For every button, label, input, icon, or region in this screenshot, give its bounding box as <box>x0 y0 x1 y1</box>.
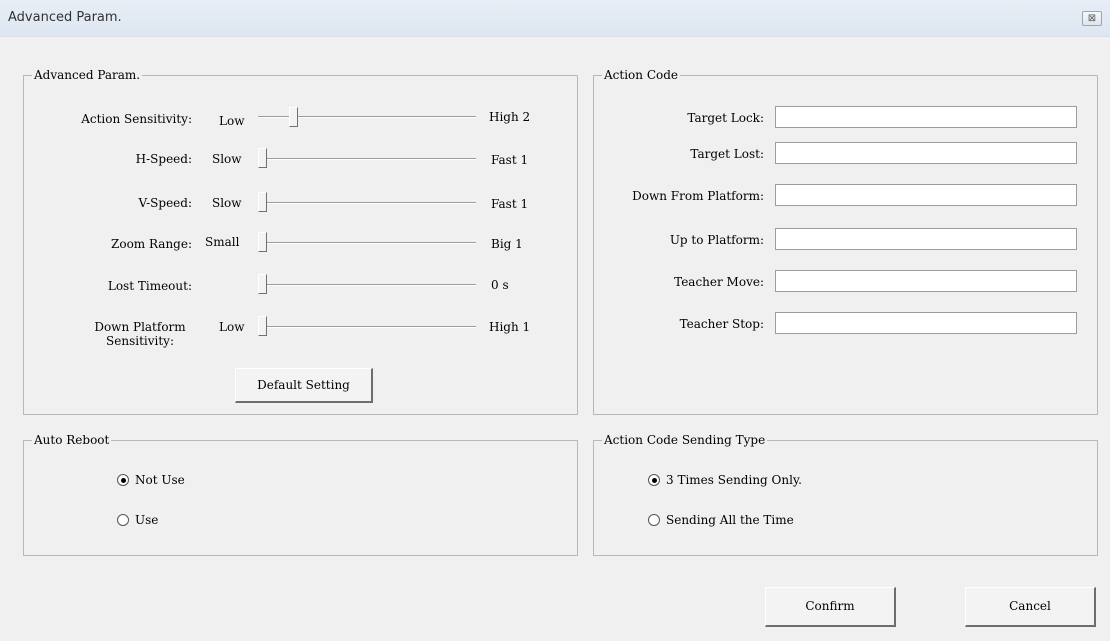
down-platform-slider-track[interactable] <box>258 326 476 328</box>
radio-all-the-time-label: Sending All the Time <box>666 513 794 527</box>
radio-not-use[interactable] <box>117 474 129 486</box>
lost-timeout-label: Lost Timeout: <box>107 279 192 293</box>
sending-type-group: Action Code Sending Type 3 Times Sending… <box>593 433 1098 556</box>
down-platform-sensitivity-label: Down Platform Sensitivity: <box>86 320 194 348</box>
zoom-range-high-label: Big 1 <box>491 237 523 251</box>
action-code-legend: Action Code <box>602 68 681 82</box>
radio-not-use-label: Not Use <box>135 473 185 487</box>
window-title: Advanced Param. <box>8 10 122 25</box>
target-lock-field[interactable] <box>775 106 1077 128</box>
v-speed-high-label: Fast 1 <box>491 197 529 211</box>
auto-reboot-option-use[interactable]: Use <box>117 512 237 528</box>
h-speed-high-label: Fast 1 <box>491 153 529 167</box>
radio-use-label: Use <box>135 513 159 527</box>
up-to-platform-label: Up to Platform: <box>669 233 764 247</box>
down-platform-sensitivity-text: Down Platform Sensitivity: <box>94 320 186 348</box>
v-speed-label: V-Speed: <box>138 196 192 210</box>
down-from-platform-label: Down From Platform: <box>632 189 764 203</box>
h-speed-low-label: Slow <box>212 152 242 166</box>
target-lost-label: Target Lost: <box>690 147 764 161</box>
auto-reboot-group: Auto Reboot Not Use Use <box>23 433 578 556</box>
h-speed-label: H-Speed: <box>135 152 192 166</box>
h-speed-slider-track[interactable] <box>258 158 476 160</box>
action-sensitivity-slider-thumb[interactable] <box>289 107 299 127</box>
zoom-range-slider-track[interactable] <box>258 242 476 244</box>
v-speed-slider-thumb[interactable] <box>258 192 267 212</box>
down-platform-high-label: High 1 <box>489 320 531 334</box>
lost-timeout-slider-thumb[interactable] <box>258 274 267 294</box>
cancel-button[interactable]: Cancel <box>965 587 1096 627</box>
default-setting-button[interactable]: Default Setting <box>235 368 373 403</box>
advanced-param-group: Advanced Param. Action Sensitivity: Low … <box>23 68 578 415</box>
teacher-move-label: Teacher Move: <box>674 275 764 289</box>
auto-reboot-option-not-use[interactable]: Not Use <box>117 472 237 488</box>
v-speed-low-label: Slow <box>212 196 242 210</box>
up-to-platform-field[interactable] <box>775 228 1077 250</box>
title-bar: Advanced Param. ⊠ <box>0 0 1110 37</box>
confirm-button[interactable]: Confirm <box>765 587 896 627</box>
target-lock-label: Target Lock: <box>687 111 764 125</box>
lost-timeout-slider-track[interactable] <box>258 284 476 286</box>
sending-type-legend: Action Code Sending Type <box>602 433 768 447</box>
auto-reboot-legend: Auto Reboot <box>32 433 112 447</box>
zoom-range-low-label: Small <box>205 235 240 249</box>
zoom-range-label: Zoom Range: <box>111 237 192 251</box>
close-icon[interactable]: ⊠ <box>1082 11 1102 26</box>
teacher-stop-field[interactable] <box>775 312 1077 334</box>
teacher-stop-label: Teacher Stop: <box>679 317 764 331</box>
action-sensitivity-label: Action Sensitivity: <box>81 112 192 126</box>
sending-option-3-times[interactable]: 3 Times Sending Only. <box>648 472 868 488</box>
radio-3-times[interactable] <box>648 474 660 486</box>
action-sensitivity-high-label: High 2 <box>489 110 531 124</box>
target-lost-field[interactable] <box>775 142 1077 164</box>
lost-timeout-value-label: 0 s <box>491 278 509 292</box>
advanced-param-legend: Advanced Param. <box>32 68 143 82</box>
radio-all-the-time[interactable] <box>648 514 660 526</box>
down-platform-slider-thumb[interactable] <box>258 316 267 336</box>
zoom-range-slider-thumb[interactable] <box>258 232 267 252</box>
down-platform-low-label: Low <box>219 320 245 334</box>
h-speed-slider-thumb[interactable] <box>258 148 267 168</box>
down-from-platform-field[interactable] <box>775 184 1077 206</box>
action-sensitivity-low-label: Low <box>219 114 245 128</box>
teacher-move-field[interactable] <box>775 270 1077 292</box>
radio-3-times-label: 3 Times Sending Only. <box>666 473 802 487</box>
radio-use[interactable] <box>117 514 129 526</box>
action-code-group: Action Code Target Lock: Target Lost: Do… <box>593 68 1098 415</box>
sending-option-all-the-time[interactable]: Sending All the Time <box>648 512 868 528</box>
v-speed-slider-track[interactable] <box>258 202 476 204</box>
